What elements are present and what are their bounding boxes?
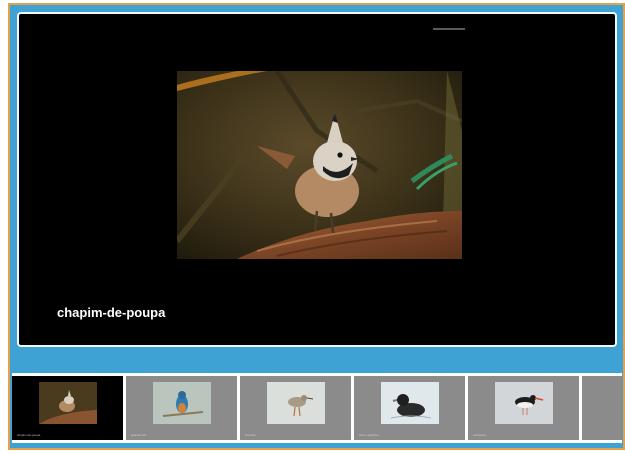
thumbnail-oystercatcher[interactable]: ostraceiro [468, 376, 579, 440]
main-viewer[interactable]: chapim-de-poupa [17, 12, 617, 347]
bird-photo-kingfisher-icon [152, 382, 211, 424]
thumbnail-duck[interactable]: zarro-negrinha [354, 376, 465, 440]
viewer-indicator [433, 28, 465, 30]
bird-photo-crested-tit-icon [38, 382, 97, 424]
thumbnail-partial[interactable] [582, 376, 622, 440]
crested-tit-photo-icon [177, 71, 462, 259]
bird-photo-duck-icon [380, 382, 439, 424]
main-bird-photo [177, 71, 462, 259]
thumbnail-label: ostraceiro [473, 433, 487, 437]
slideshow-frame: chapim-de-poupa chapim-de-poupa guarda-r… [8, 3, 625, 450]
thumbnail-kingfisher[interactable]: guarda-rios [126, 376, 237, 440]
bird-photo-oystercatcher-icon [494, 382, 553, 424]
thumbnail-label: guarda-rios [131, 433, 147, 437]
photo-caption: chapim-de-poupa [57, 305, 166, 320]
thumbnail-wader[interactable]: borrelho [240, 376, 351, 440]
thumbnail-label: chapim-de-poupa [17, 433, 41, 437]
thumbnail-label: borrelho [245, 433, 257, 437]
thumbnail-crested-tit[interactable]: chapim-de-poupa [12, 376, 123, 440]
thumbnail-strip[interactable]: chapim-de-poupa guarda-rios borrelho zar… [12, 373, 622, 443]
bird-photo-wader-icon [266, 382, 325, 424]
thumbnail-label: zarro-negrinha [359, 433, 379, 437]
